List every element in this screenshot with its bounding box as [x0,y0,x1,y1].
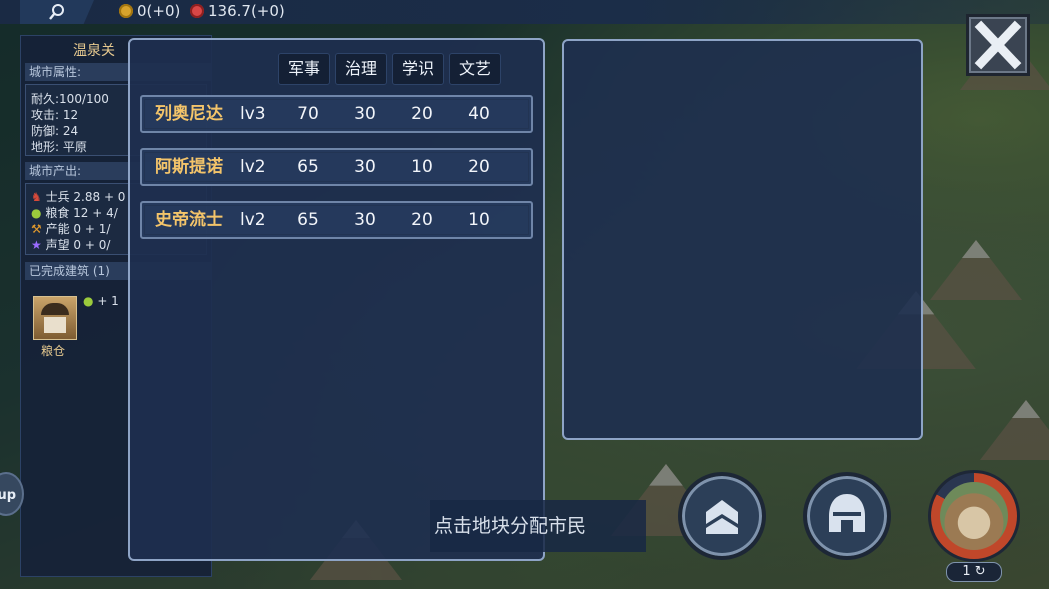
knowledge-value: 20 [411,210,433,230]
governance-value: 30 [354,157,376,177]
governor-level: lv2 [240,157,266,177]
star-icon: ★ [31,238,42,252]
helmet-icon [829,494,865,532]
alarm-clock-icon [190,4,204,18]
queue-count: 1 [962,564,971,579]
time-display: 136.7(+0) [190,2,285,20]
production-text: 产能 0 + 1/ [45,222,111,236]
header-arts[interactable]: 文艺 [449,53,501,85]
header-knowledge[interactable]: 学识 [392,53,444,85]
tent-icon [940,482,1008,550]
food-output: ● 粮食 12 + 4/ [31,204,118,221]
general-button[interactable] [803,472,891,560]
time-value: 136.7(+0) [208,2,285,20]
governance-value: 30 [354,104,376,124]
prestige-output: ★ 声望 0 + 0/ [31,236,110,253]
building-bonus: ● + 1 [83,294,119,308]
city-name: 温泉关 [73,43,115,59]
food-icon: ● [31,206,42,220]
soldiers-text: 士兵 2.88 + 0 [45,190,126,204]
food-text: 粮食 12 + 4/ [45,206,118,220]
attack-text: 攻击: 12 [31,108,79,122]
military-value: 70 [297,104,319,124]
terrain-text: 地形: 平原 [31,140,87,154]
production-output: ⚒ 产能 0 + 1/ [31,220,110,237]
granary-building-icon[interactable] [33,296,77,340]
building-bonus-text: + 1 [97,294,119,308]
building-name: 粮仓 [41,344,66,358]
top-resource-bar: 0(+0) 136.7(+0) [0,0,1049,24]
defense-text: 防御: 24 [31,124,79,138]
coins-value: 0(+0) [137,2,181,20]
military-value: 65 [297,210,319,230]
header-governance[interactable]: 治理 [335,53,387,85]
hammer-icon: ⚒ [31,222,42,236]
governor-name: 列奥尼达 [155,104,223,124]
chevron-rank-icon [706,500,738,534]
knowledge-value: 10 [411,157,433,177]
header-military[interactable]: 军事 [278,53,330,85]
search-button[interactable] [20,0,94,24]
governor-name: 史帝流士 [155,210,223,230]
prestige-text: 声望 0 + 0/ [45,238,111,252]
search-icon [49,4,64,20]
governor-row[interactable]: 阿斯提诺 lv2 65 30 10 20 [140,148,533,186]
governance-value: 30 [354,210,376,230]
close-button[interactable] [966,14,1030,76]
coin-icon [119,4,133,18]
governor-list-panel: 军事 治理 学识 文艺 列奥尼达 lv3 70 30 20 40 阿斯提诺 lv… [128,38,545,561]
arts-value: 40 [468,104,490,124]
arts-value: 20 [468,157,490,177]
governor-level: lv2 [240,210,266,230]
arts-value: 10 [468,210,490,230]
food-icon: ● [83,294,94,308]
soldier-icon: ♞ [31,190,42,204]
build-queue-button[interactable] [928,470,1020,562]
governor-level: lv3 [240,104,266,124]
knowledge-value: 20 [411,104,433,124]
close-icon [974,20,1022,70]
soldiers-output: ♞ 士兵 2.88 + 0 [31,188,125,205]
durability-text: 耐久:100/100 [31,92,109,106]
assign-citizens-hint: 点击地块分配市民 [430,500,646,552]
queue-count-badge: 1 ↻ [946,562,1002,582]
coins-display: 0(+0) [119,2,180,20]
governor-detail-panel [562,39,923,440]
rank-button[interactable] [678,472,766,560]
refresh-icon: ↻ [974,564,986,579]
governor-row[interactable]: 史帝流士 lv2 65 30 20 10 [140,201,533,239]
governor-row[interactable]: 列奥尼达 lv3 70 30 20 40 [140,95,533,133]
military-value: 65 [297,157,319,177]
governor-name: 阿斯提诺 [155,157,223,177]
